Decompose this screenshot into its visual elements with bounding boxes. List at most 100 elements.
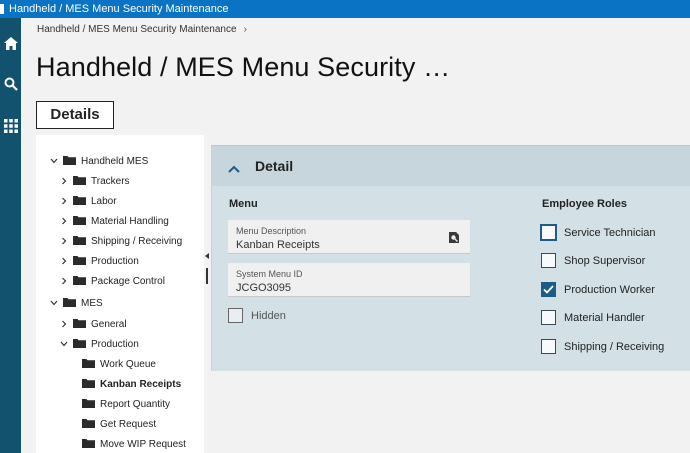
folder-icon: [82, 418, 95, 431]
tree-node-general[interactable]: General: [58, 315, 127, 333]
role-label: Material Handler: [564, 311, 645, 324]
folder-icon: [73, 255, 86, 268]
tree-node-label: Move WIP Request: [100, 438, 186, 450]
menu-description-field[interactable]: Menu Description: [228, 220, 470, 254]
tree-node-label: Production: [91, 338, 139, 350]
checkmark-icon: [543, 285, 554, 294]
page-title: Handheld / MES Menu Security …: [36, 52, 451, 82]
role-label: Shop Supervisor: [564, 254, 646, 267]
tree-node-label: Shipping / Receiving: [91, 235, 183, 247]
tree-node-label: General: [91, 318, 127, 330]
folder-icon: [73, 215, 86, 228]
checkbox-box[interactable]: [541, 339, 556, 354]
menu-description-input[interactable]: [236, 239, 436, 251]
folder-icon: [82, 358, 95, 371]
folder-icon: [63, 155, 76, 168]
tree-node-label: Kanban Receipts: [100, 378, 182, 390]
breadcrumb-separator: ›: [243, 24, 247, 35]
role-label: Production Worker: [564, 283, 655, 296]
tree-node-move-wip-request[interactable]: Move WIP Request: [82, 435, 186, 453]
checkbox-box[interactable]: [541, 225, 556, 240]
tree-node-package-control[interactable]: Package Control: [58, 272, 165, 290]
tree-node-label: Labor: [91, 195, 117, 207]
chevron-right-icon[interactable]: [58, 277, 70, 285]
search-button[interactable]: [0, 71, 21, 97]
window-titlebar: Handheld / MES Menu Security Maintenance: [0, 0, 690, 18]
apps-grid-icon: [3, 119, 18, 133]
role-label: Shipping / Receiving: [564, 340, 665, 353]
folder-icon: [63, 297, 76, 310]
chevron-right-icon[interactable]: [58, 197, 70, 205]
tree-node-production[interactable]: Production: [58, 252, 139, 270]
apps-button[interactable]: [0, 113, 21, 139]
hidden-checkbox[interactable]: Hidden: [228, 308, 286, 323]
folder-icon: [73, 235, 86, 248]
detail-header[interactable]: Detail: [212, 146, 690, 186]
checkbox-box[interactable]: [541, 282, 556, 297]
tree-node-label: Trackers: [91, 175, 130, 187]
menu-section-label: Menu: [229, 198, 258, 210]
tree-node-trackers[interactable]: Trackers: [58, 172, 130, 190]
chevron-down-icon[interactable]: [48, 158, 60, 164]
chevron-up-icon[interactable]: [228, 160, 240, 178]
folder-icon: [82, 438, 95, 451]
employee-roles-label: Employee Roles: [542, 198, 627, 210]
role-shipping-receiving[interactable]: Shipping / Receiving: [541, 339, 664, 354]
menu-tree: Handheld MES Trackers Labor Material Han…: [36, 135, 204, 453]
tree-node-shipping-receiving[interactable]: Shipping / Receiving: [58, 232, 182, 250]
chevron-right-icon[interactable]: [58, 257, 70, 265]
folder-icon: [82, 378, 95, 391]
chevron-right-icon[interactable]: [58, 217, 70, 225]
tree-node-label: Work Queue: [100, 358, 156, 370]
tree-node-handheld-mes[interactable]: Handheld MES: [48, 152, 148, 170]
tree-node-label: MES: [81, 297, 103, 309]
breadcrumb: Handheld / MES Menu Security Maintenance…: [37, 24, 247, 35]
checkbox-box[interactable]: [541, 310, 556, 325]
home-button[interactable]: [0, 30, 21, 56]
role-service-technician[interactable]: Service Technician: [541, 225, 656, 240]
tree-node-mes[interactable]: MES: [48, 294, 103, 312]
role-shop-supervisor[interactable]: Shop Supervisor: [541, 253, 645, 268]
lookup-search-icon[interactable]: [448, 231, 460, 249]
breadcrumb-item[interactable]: Handheld / MES Menu Security Maintenance: [37, 24, 237, 35]
collapse-left-icon[interactable]: [205, 253, 209, 259]
tree-node-work-queue[interactable]: Work Queue: [82, 355, 156, 373]
folder-icon: [73, 195, 86, 208]
detail-title: Detail: [255, 158, 294, 174]
tree-node-label: Material Handling: [91, 215, 169, 227]
app-icon: [0, 4, 4, 14]
role-material-handler[interactable]: Material Handler: [541, 310, 645, 325]
detail-panel: Detail Menu Employee Roles Menu Descript…: [211, 145, 690, 371]
tree-node-report-quantity[interactable]: Report Quantity: [82, 395, 170, 413]
hidden-label: Hidden: [251, 309, 286, 322]
system-menu-id-input[interactable]: [236, 282, 436, 294]
tree-node-labor[interactable]: Labor: [58, 192, 117, 210]
tree-node-mes-production[interactable]: Production: [58, 335, 139, 353]
folder-icon: [73, 338, 86, 351]
tree-node-label: Production: [91, 255, 139, 267]
folder-icon: [82, 398, 95, 411]
drag-handle[interactable]: [206, 268, 208, 284]
tree-node-kanban-receipts[interactable]: Kanban Receipts: [82, 375, 181, 393]
chevron-right-icon[interactable]: [58, 237, 70, 245]
checkbox-box[interactable]: [228, 308, 243, 323]
chevron-right-icon[interactable]: [58, 320, 70, 328]
system-menu-id-label: System Menu ID: [236, 269, 303, 279]
folder-icon: [73, 275, 86, 288]
panel-splitter[interactable]: [204, 135, 210, 453]
chevron-right-icon[interactable]: [58, 177, 70, 185]
tree-node-label: Get Request: [100, 418, 157, 430]
folder-icon: [73, 175, 86, 188]
chevron-down-icon[interactable]: [58, 341, 70, 347]
role-label: Service Technician: [564, 226, 656, 239]
tree-node-material-handling[interactable]: Material Handling: [58, 212, 169, 230]
tree-node-label: Report Quantity: [100, 398, 171, 410]
checkbox-box[interactable]: [541, 253, 556, 268]
role-production-worker[interactable]: Production Worker: [541, 282, 655, 297]
tree-node-get-request[interactable]: Get Request: [82, 415, 156, 433]
tree-node-label: Handheld MES: [81, 155, 149, 167]
menu-description-label: Menu Description: [236, 226, 307, 236]
system-menu-id-field[interactable]: System Menu ID: [228, 263, 470, 297]
tab-details[interactable]: Details: [36, 101, 114, 129]
chevron-down-icon[interactable]: [48, 300, 60, 306]
